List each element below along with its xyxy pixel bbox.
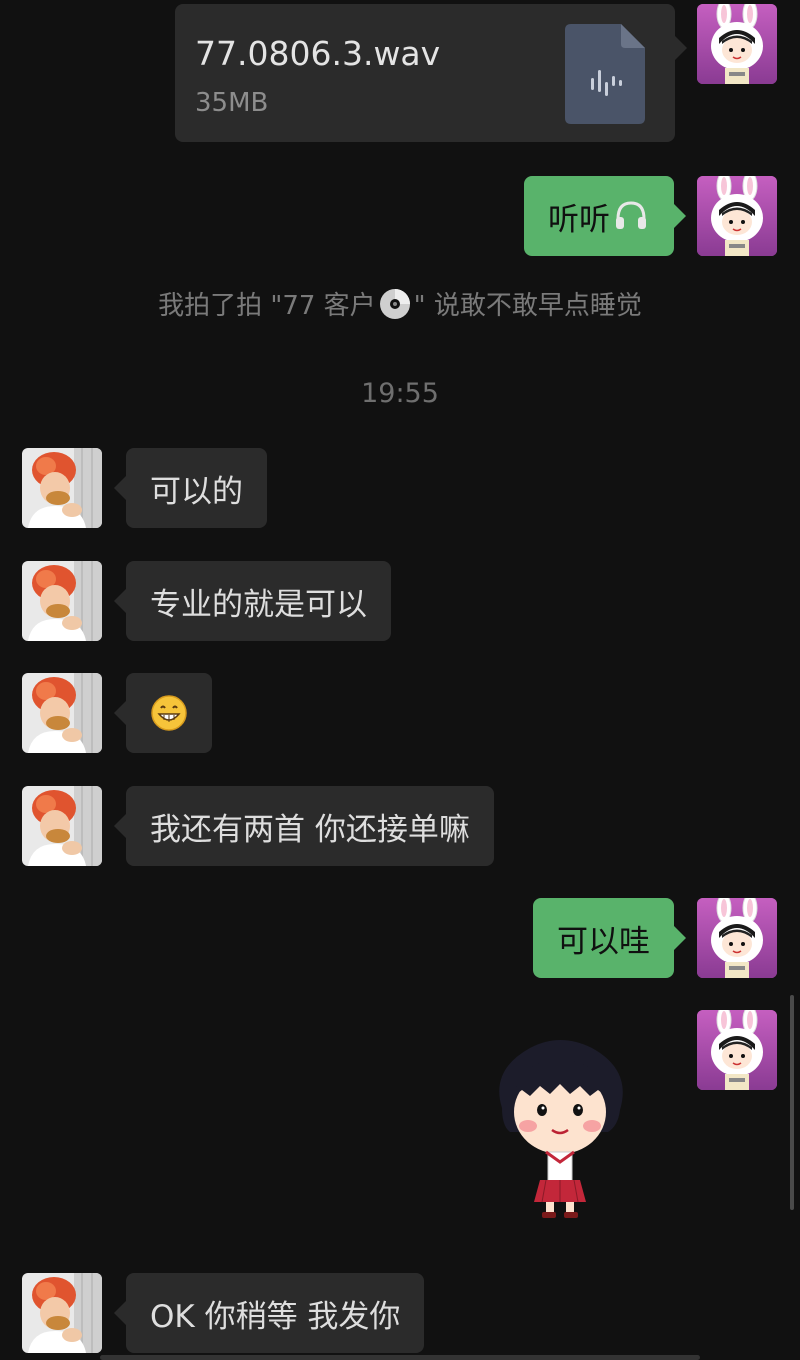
scrollbar[interactable] bbox=[790, 995, 794, 1210]
message-bubble-peer[interactable] bbox=[114, 673, 212, 753]
message-bubble-peer[interactable]: 可以的 bbox=[114, 448, 267, 528]
audio-file-icon bbox=[565, 24, 645, 124]
message-bubble-self[interactable]: 听听 bbox=[524, 176, 686, 256]
message-bubble-peer[interactable]: 我还有两首 你还接单嘛 bbox=[114, 786, 494, 866]
system-pat-suffix: " 说敢不敢早点睡觉 bbox=[413, 291, 642, 321]
message-text: 我还有两首 你还接单嘛 bbox=[150, 811, 470, 848]
self-avatar[interactable] bbox=[697, 1010, 777, 1090]
system-pat-prefix: 我拍了拍 "77 客户 bbox=[158, 291, 376, 321]
message-bubble-peer[interactable]: 专业的就是可以 bbox=[114, 561, 391, 641]
audio-file-message[interactable]: 77.0806.3.wav 35MB bbox=[175, 4, 687, 142]
message-text: 听听 bbox=[548, 201, 610, 238]
file-size: 35MB bbox=[195, 88, 269, 118]
message-text: 专业的就是可以 bbox=[150, 586, 367, 623]
message-bubble-self[interactable]: 可以哇 bbox=[533, 898, 686, 978]
self-avatar[interactable] bbox=[697, 176, 777, 256]
peer-avatar[interactable] bbox=[22, 673, 102, 753]
file-name: 77.0806.3.wav bbox=[195, 34, 441, 73]
disc-icon bbox=[379, 288, 410, 319]
message-bubble-peer[interactable]: OK 你稍等 我发你 bbox=[113, 1273, 425, 1353]
peer-avatar[interactable] bbox=[22, 448, 102, 528]
message-text: OK 你稍等 我发你 bbox=[150, 1298, 401, 1335]
peer-avatar[interactable] bbox=[22, 1273, 102, 1353]
grinning-emoji-icon bbox=[151, 695, 187, 731]
home-indicator bbox=[100, 1355, 700, 1360]
message-text: 可以哇 bbox=[557, 923, 650, 960]
peer-avatar[interactable] bbox=[22, 561, 102, 641]
timestamp: 19:55 bbox=[361, 378, 439, 409]
headphones-icon bbox=[616, 201, 646, 229]
system-pat-message: 我拍了拍 "77 客户 " 说敢不敢早点睡觉 bbox=[0, 285, 800, 322]
self-avatar[interactable] bbox=[697, 4, 777, 84]
message-text: 可以的 bbox=[150, 473, 243, 510]
peer-avatar[interactable] bbox=[22, 786, 102, 866]
cartoon-girl-sticker[interactable] bbox=[480, 1030, 640, 1220]
self-avatar[interactable] bbox=[697, 898, 777, 978]
